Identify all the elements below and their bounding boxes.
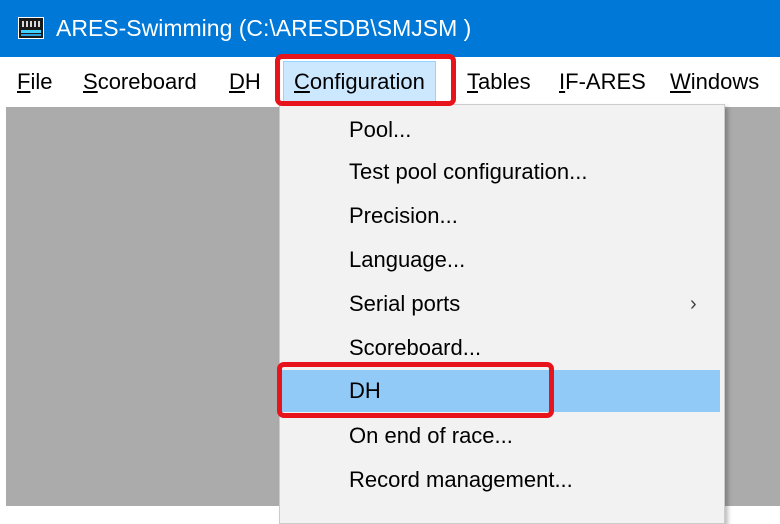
menu-file-accel: F	[17, 69, 31, 94]
menu-scoreboard[interactable]: Scoreboard	[83, 57, 197, 107]
menu-configuration[interactable]: Configuration	[283, 61, 436, 103]
menu-scoreboard-label: coreboard	[97, 69, 197, 94]
app-icon-wave	[21, 30, 41, 33]
menu-file-label: ile	[30, 69, 53, 94]
menu-configuration-label: onfiguration	[309, 69, 425, 94]
menu-item-test-pool-configuration[interactable]: Test pool configuration...	[280, 151, 720, 193]
menu-item-label: DH	[349, 378, 381, 403]
menu-dh-accel: D	[229, 69, 245, 94]
app-icon-wave-2	[21, 34, 41, 36]
menu-item-label: Language...	[349, 247, 466, 272]
menu-configuration-accel: C	[294, 69, 310, 94]
ares-app-icon[interactable]	[18, 17, 44, 39]
menu-if-ares[interactable]: IF-ARES	[559, 57, 646, 107]
menu-item-label: Test pool configuration...	[349, 159, 588, 184]
chevron-right-icon: ›	[690, 293, 697, 315]
menu-item-label: Pool...	[349, 117, 412, 142]
window-title: ARES-Swimming (C:\ARESDB\SMJSM )	[56, 15, 472, 41]
menu-scoreboard-accel: S	[83, 69, 98, 94]
menu-item-label: Scoreboard...	[349, 335, 482, 360]
menu-item-on-end-of-race[interactable]: On end of race...	[280, 415, 720, 457]
app-icon-scoreboard-dots	[22, 21, 40, 27]
configuration-dropdown: Pool... Test pool configuration... Preci…	[279, 104, 725, 524]
menu-item-scoreboard[interactable]: Scoreboard...	[280, 327, 720, 369]
menu-item-label: Record management...	[349, 467, 573, 492]
menu-dh[interactable]: DH	[229, 57, 261, 107]
title-bar: ARES-Swimming (C:\ARESDB\SMJSM )	[0, 0, 780, 57]
menu-item-serial-ports[interactable]: Serial ports ›	[280, 283, 720, 325]
menu-item-precision[interactable]: Precision...	[280, 195, 720, 237]
menu-windows-accel: W	[670, 69, 691, 94]
menu-if-ares-label: F-ARES	[565, 69, 646, 94]
menu-item-label: On end of race...	[349, 423, 513, 448]
menu-bar: File Scoreboard DH Configuration Tables …	[0, 57, 780, 107]
menu-item-dh[interactable]: DH	[280, 370, 720, 412]
menu-item-language[interactable]: Language...	[280, 239, 720, 281]
menu-item-label: Serial ports	[349, 291, 461, 316]
menu-windows[interactable]: Windows	[670, 57, 759, 107]
menu-item-pool[interactable]: Pool...	[280, 109, 720, 151]
menu-windows-label: indows	[690, 69, 760, 94]
menu-dh-label: H	[244, 69, 261, 94]
menu-tables-accel: T	[467, 69, 478, 94]
menu-file[interactable]: File	[17, 57, 52, 107]
menu-tables-label: ables	[478, 69, 531, 94]
menu-item-label: Precision...	[349, 203, 458, 228]
menu-tables[interactable]: Tables	[467, 57, 531, 107]
menu-item-record-management[interactable]: Record management...	[280, 459, 720, 501]
